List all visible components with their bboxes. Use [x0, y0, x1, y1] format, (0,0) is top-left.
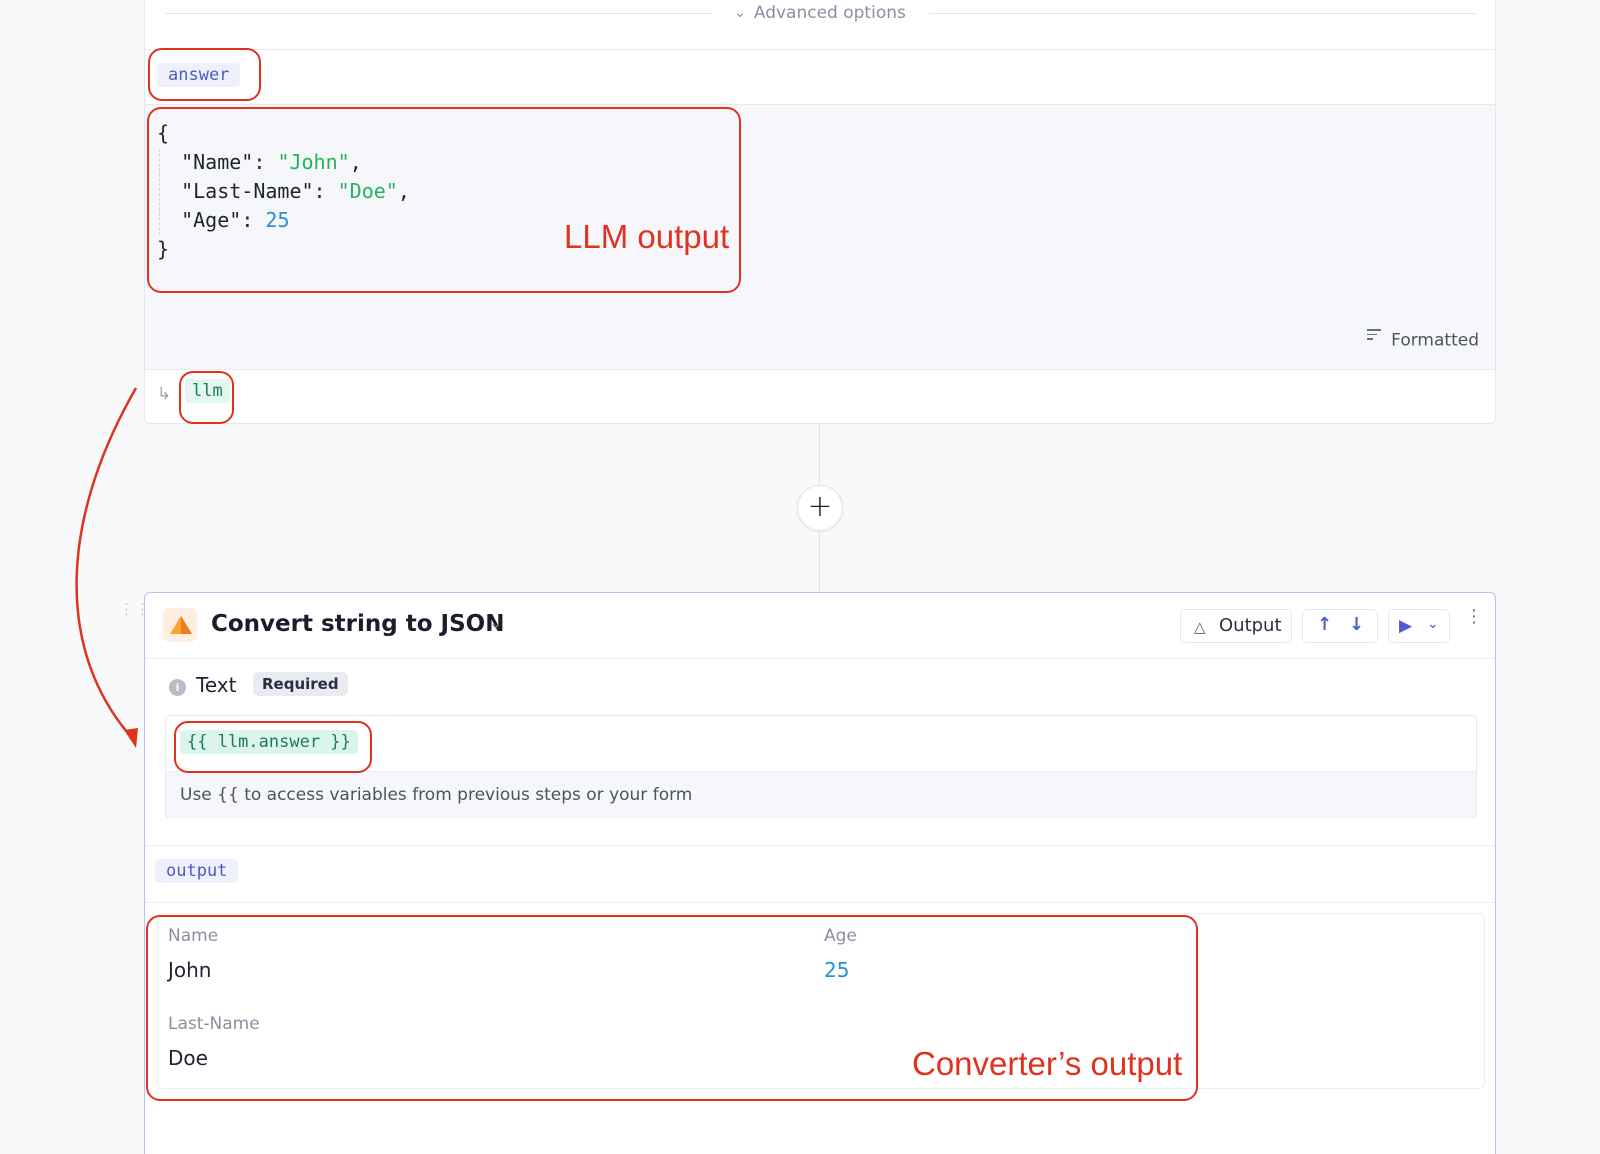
annotation-arrow — [75, 387, 138, 748]
